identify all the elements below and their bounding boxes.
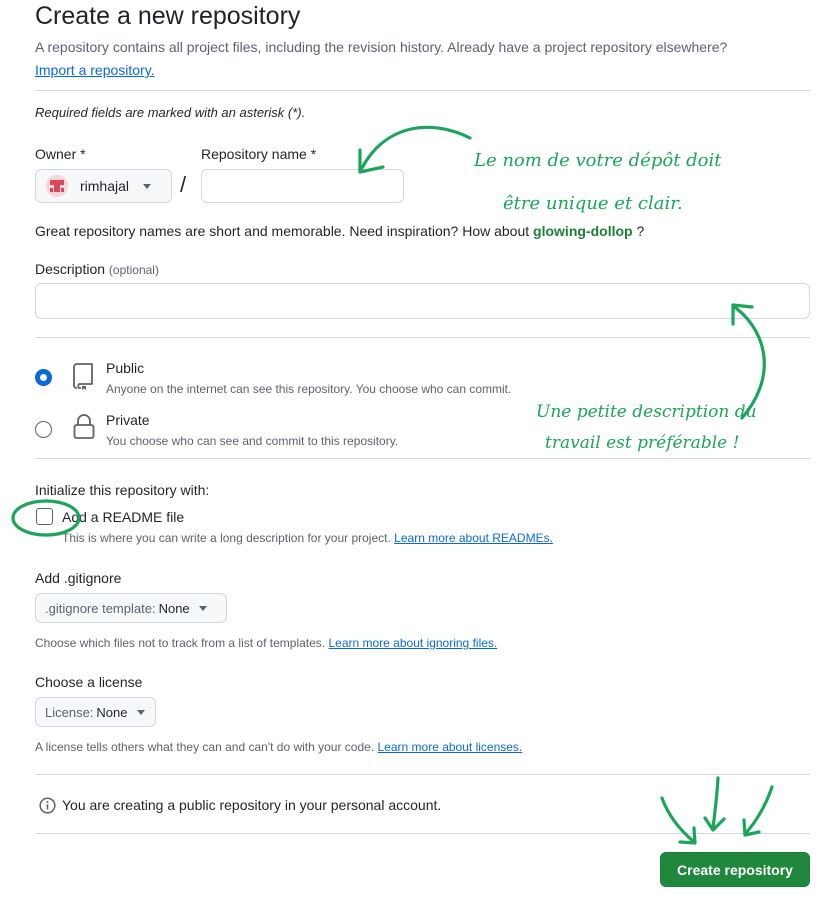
annotation-name-line1: Le nom de votre dépôt doit bbox=[474, 150, 722, 171]
annotation-desc-line2: travail est préférable ! bbox=[545, 433, 740, 453]
annotation-name-line2: être unique et clair. bbox=[503, 193, 683, 214]
annotation-arrow bbox=[360, 125, 472, 170]
annotation-desc-line1: Une petite description du bbox=[536, 402, 757, 422]
annotation-overlay bbox=[11, 125, 774, 845]
annotation-arrow bbox=[660, 796, 696, 844]
annotation-arrow bbox=[711, 776, 720, 830]
annotation-arrow bbox=[743, 785, 774, 836]
annotation-circle bbox=[11, 499, 81, 537]
